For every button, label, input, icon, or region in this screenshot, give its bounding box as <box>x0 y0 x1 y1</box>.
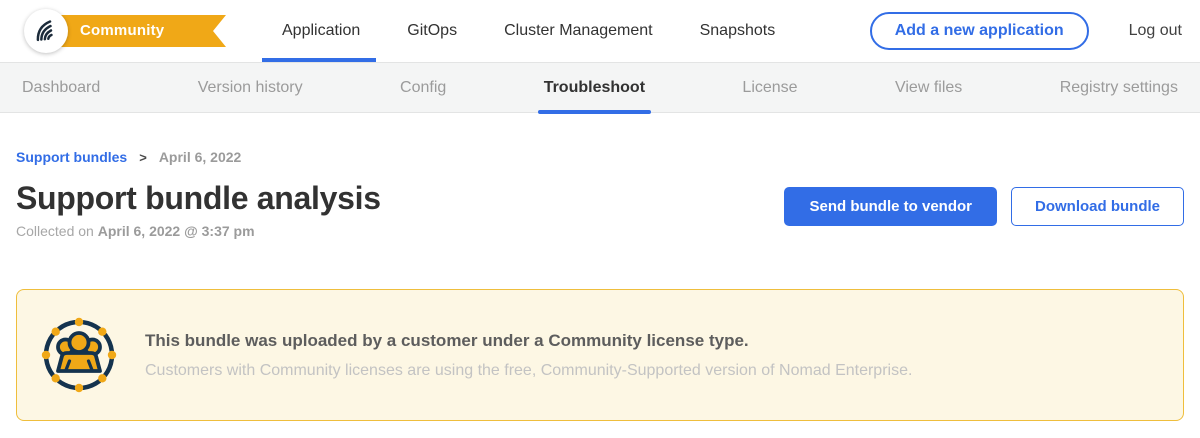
community-license-alert: This bundle was uploaded by a customer u… <box>16 289 1184 421</box>
add-new-application-button[interactable]: Add a new application <box>870 12 1089 50</box>
title-block: Support bundle analysis Collected on Apr… <box>16 181 381 239</box>
alert-text: This bundle was uploaded by a customer u… <box>145 331 912 380</box>
community-people-icon <box>39 315 119 395</box>
nav-item-cluster-management[interactable]: Cluster Management <box>504 0 653 62</box>
tab-license[interactable]: License <box>742 63 797 113</box>
replicated-logo-icon[interactable] <box>24 9 68 53</box>
brand: Community Edition <box>0 0 226 62</box>
page-title: Support bundle analysis <box>16 181 381 216</box>
download-bundle-button[interactable]: Download bundle <box>1011 187 1184 226</box>
nav-item-application[interactable]: Application <box>282 0 360 62</box>
tab-config[interactable]: Config <box>400 63 446 113</box>
collected-prefix: Collected on <box>16 223 98 239</box>
breadcrumb-support-bundles-link[interactable]: Support bundles <box>16 149 127 165</box>
tab-dashboard[interactable]: Dashboard <box>22 63 100 113</box>
primary-nav: Application GitOps Cluster Management Sn… <box>282 0 775 62</box>
title-row: Support bundle analysis Collected on Apr… <box>16 181 1184 239</box>
breadcrumb-current: April 6, 2022 <box>159 149 242 165</box>
nav-item-gitops[interactable]: GitOps <box>407 0 457 62</box>
breadcrumb-separator: > <box>139 150 147 165</box>
tab-view-files[interactable]: View files <box>895 63 962 113</box>
topnav-right-actions: Add a new application Log out <box>870 12 1200 50</box>
main-content: Support bundles > April 6, 2022 Support … <box>0 149 1200 421</box>
logout-link[interactable]: Log out <box>1129 22 1182 40</box>
collected-timestamp: Collected on April 6, 2022 @ 3:37 pm <box>16 223 381 239</box>
app-sub-navigation: Dashboard Version history Config Trouble… <box>0 62 1200 113</box>
tab-registry-settings[interactable]: Registry settings <box>1060 63 1178 113</box>
breadcrumb: Support bundles > April 6, 2022 <box>16 149 1184 165</box>
send-bundle-to-vendor-button[interactable]: Send bundle to vendor <box>784 187 997 226</box>
collected-date: April 6, 2022 @ 3:37 pm <box>98 223 255 239</box>
tab-troubleshoot[interactable]: Troubleshoot <box>544 63 645 113</box>
top-navigation-bar: Community Edition Application GitOps Clu… <box>0 0 1200 62</box>
nav-item-snapshots[interactable]: Snapshots <box>700 0 776 62</box>
tab-version-history[interactable]: Version history <box>198 63 303 113</box>
bundle-actions: Send bundle to vendor Download bundle <box>784 187 1184 226</box>
alert-heading: This bundle was uploaded by a customer u… <box>145 331 912 351</box>
alert-body: Customers with Community licenses are us… <box>145 362 912 380</box>
